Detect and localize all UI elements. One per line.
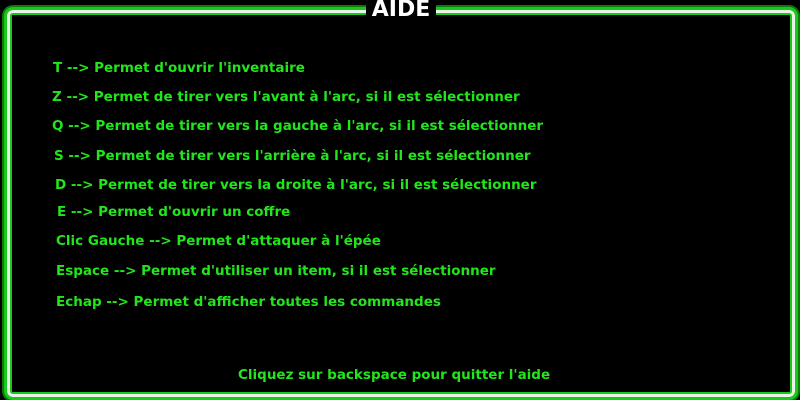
command-line: T --> Permet d'ouvrir l'inventaire	[53, 60, 305, 76]
command-line: Q --> Permet de tirer vers la gauche à l…	[52, 118, 544, 134]
command-line: D --> Permet de tirer vers la droite à l…	[55, 177, 537, 193]
command-line: S --> Permet de tirer vers l'arrière à l…	[54, 148, 531, 164]
help-title: AIDE	[366, 0, 436, 23]
command-line: E --> Permet d'ouvrir un coffre	[57, 204, 291, 220]
command-line: Espace --> Permet d'utiliser un item, si…	[56, 263, 496, 279]
quit-hint: Cliquez sur backspace pour quitter l'aid…	[238, 367, 551, 383]
command-line: Clic Gauche --> Permet d'attaquer à l'ép…	[56, 233, 381, 249]
help-screen: AIDE T --> Permet d'ouvrir l'inventaire …	[0, 0, 800, 400]
command-line: Z --> Permet de tirer vers l'avant à l'a…	[52, 89, 520, 105]
command-line: Echap --> Permet d'afficher toutes les c…	[56, 294, 441, 310]
